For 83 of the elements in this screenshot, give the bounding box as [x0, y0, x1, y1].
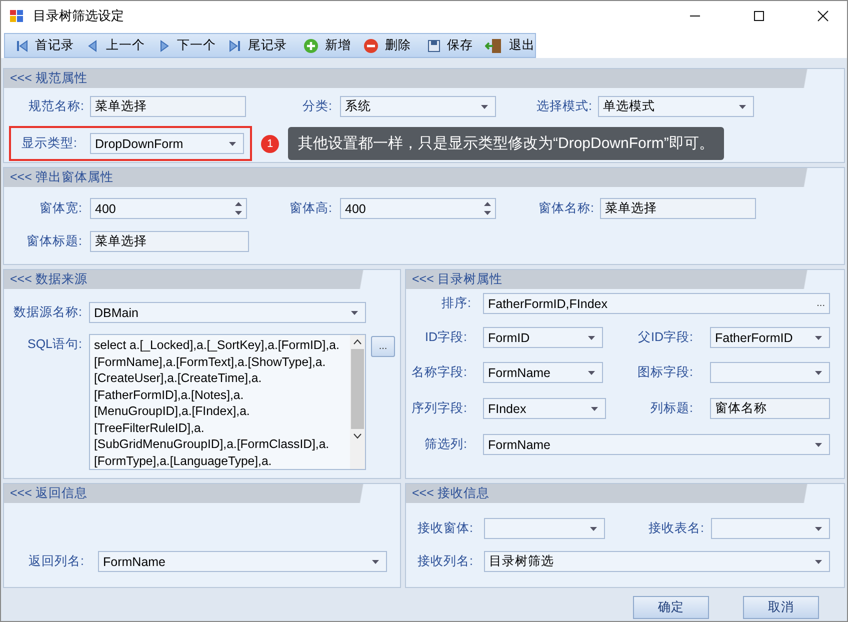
text-field[interactable]: 菜单选择 — [600, 198, 756, 219]
caret-icon — [815, 526, 822, 530]
caret-icon — [229, 142, 236, 146]
caret-icon — [815, 442, 822, 446]
caret-icon — [351, 310, 358, 314]
step-badge: 1 — [261, 134, 279, 152]
first-record-icon — [15, 38, 29, 52]
dropdown[interactable]: FatherFormID — [710, 327, 830, 348]
field-label: 序列字段: — [410, 400, 467, 417]
toolbar-button[interactable]: 下一个 — [151, 37, 222, 54]
field-label: 返回列名: — [28, 553, 84, 570]
dialog-button[interactable]: 取消 — [743, 596, 819, 619]
ellipsis-button[interactable]: ... — [371, 336, 395, 357]
dropdown[interactable]: FormName — [483, 434, 830, 455]
field-label: 窗体标题: — [26, 233, 82, 250]
field-label: 接收表名: — [648, 520, 704, 537]
field-label: 显示类型: — [20, 135, 77, 152]
toolbar-button[interactable]: 上一个 — [80, 37, 151, 54]
maximize-icon[interactable] — [753, 10, 765, 22]
field-label: 窗体名称: — [538, 200, 594, 217]
field-label: 父ID字段: — [637, 329, 693, 346]
dropdown[interactable]: FIndex — [483, 398, 606, 419]
add-icon — [303, 38, 319, 54]
callout-tooltip: 其他设置都一样，只是显示类型修改为“DropDownForm”即可。 — [288, 127, 724, 160]
caret-icon — [591, 406, 598, 410]
field-label: 名称字段: — [410, 364, 467, 381]
scroll-down-icon[interactable] — [353, 433, 362, 439]
delete-icon — [363, 38, 379, 54]
toolbar-button[interactable]: 新增 — [297, 37, 357, 54]
caret-icon — [588, 336, 595, 340]
spin-arrows-icon — [484, 202, 491, 215]
scrollbar[interactable] — [350, 335, 365, 469]
field-label: 窗体宽: — [38, 200, 82, 217]
field-label: 选择模式: — [536, 98, 592, 115]
field-label: SQL语句: — [26, 336, 82, 353]
dropdown[interactable]: DBMain — [89, 302, 366, 323]
spin-field[interactable]: 400 — [90, 198, 247, 219]
last-record-icon — [228, 38, 242, 52]
text-field[interactable]: 菜单选择 — [90, 96, 246, 117]
field-label: 筛选列: — [424, 436, 467, 453]
dropdown[interactable]: 单选模式 — [598, 96, 754, 117]
caret-icon — [815, 336, 822, 340]
save-icon — [427, 38, 441, 52]
caret-icon — [588, 370, 595, 374]
toolbar-button[interactable]: 尾记录 — [222, 37, 293, 54]
field-label: 接收列名: — [416, 553, 473, 570]
dropdown[interactable]: FormName — [98, 551, 387, 572]
caret-icon — [739, 104, 746, 108]
caret-icon — [372, 560, 379, 564]
field-label: 数据源名称: — [12, 304, 82, 321]
dropdown[interactable]: 系统 — [340, 96, 496, 117]
caret-icon — [481, 104, 488, 108]
field-label: 窗体高: — [288, 200, 332, 217]
spin-arrows-icon — [235, 202, 242, 215]
dropdown[interactable]: 目录树筛选 — [484, 551, 830, 572]
app-icon — [9, 8, 25, 24]
text-field[interactable]: 菜单选择 — [90, 231, 249, 252]
exit-door-icon — [485, 38, 503, 54]
close-icon[interactable] — [817, 10, 829, 22]
dropdown[interactable]: FormID — [483, 327, 603, 348]
field-label: 接收窗体: — [416, 520, 473, 537]
field-label: 排序: — [440, 295, 471, 312]
dialog-button[interactable]: 确定 — [633, 596, 709, 619]
sql-textarea[interactable]: select a.[_Locked],a.[_SortKey],a.[FormID],a.[FormName],a.[FormText],a.[ShowType],a.[CreateUser],a.[CreateTime],a.[FatherFormID],a.[Notes],a.[MenuGroupID],a.[FIndex],a.[TreeFilterRuleID],a.[SubGridMenuGroupID],a.[FormClassID],a.[FormType],a.[LanguageType],a. — [89, 334, 366, 470]
field-label: 分类: — [302, 98, 332, 115]
dropdown[interactable]: FormName — [483, 362, 603, 383]
caret-icon — [815, 560, 822, 564]
caret-icon — [815, 370, 822, 374]
toolbar-button[interactable]: 首记录 — [9, 37, 80, 54]
field-label: 图标字段: — [636, 364, 693, 381]
toolbar-button[interactable]: 删除 — [357, 37, 417, 54]
field-label: ID字段: — [424, 329, 467, 346]
scroll-up-icon[interactable] — [353, 339, 362, 345]
dropdown[interactable]: DropDownForm — [90, 133, 244, 154]
toolbar-button[interactable]: 退出 — [479, 37, 541, 54]
lookup-field[interactable]: FatherFormID,FIndex ... — [483, 293, 830, 314]
text-field[interactable]: 窗体名称 — [710, 398, 830, 419]
spin-field[interactable]: 400 — [340, 198, 496, 219]
toolbar-button[interactable]: 保存 — [421, 37, 479, 54]
window-title: 目录树筛选设定 — [33, 7, 124, 25]
caret-icon — [590, 526, 597, 530]
field-label: 列标题: — [650, 400, 693, 417]
field-label: 规范名称: — [28, 98, 84, 115]
